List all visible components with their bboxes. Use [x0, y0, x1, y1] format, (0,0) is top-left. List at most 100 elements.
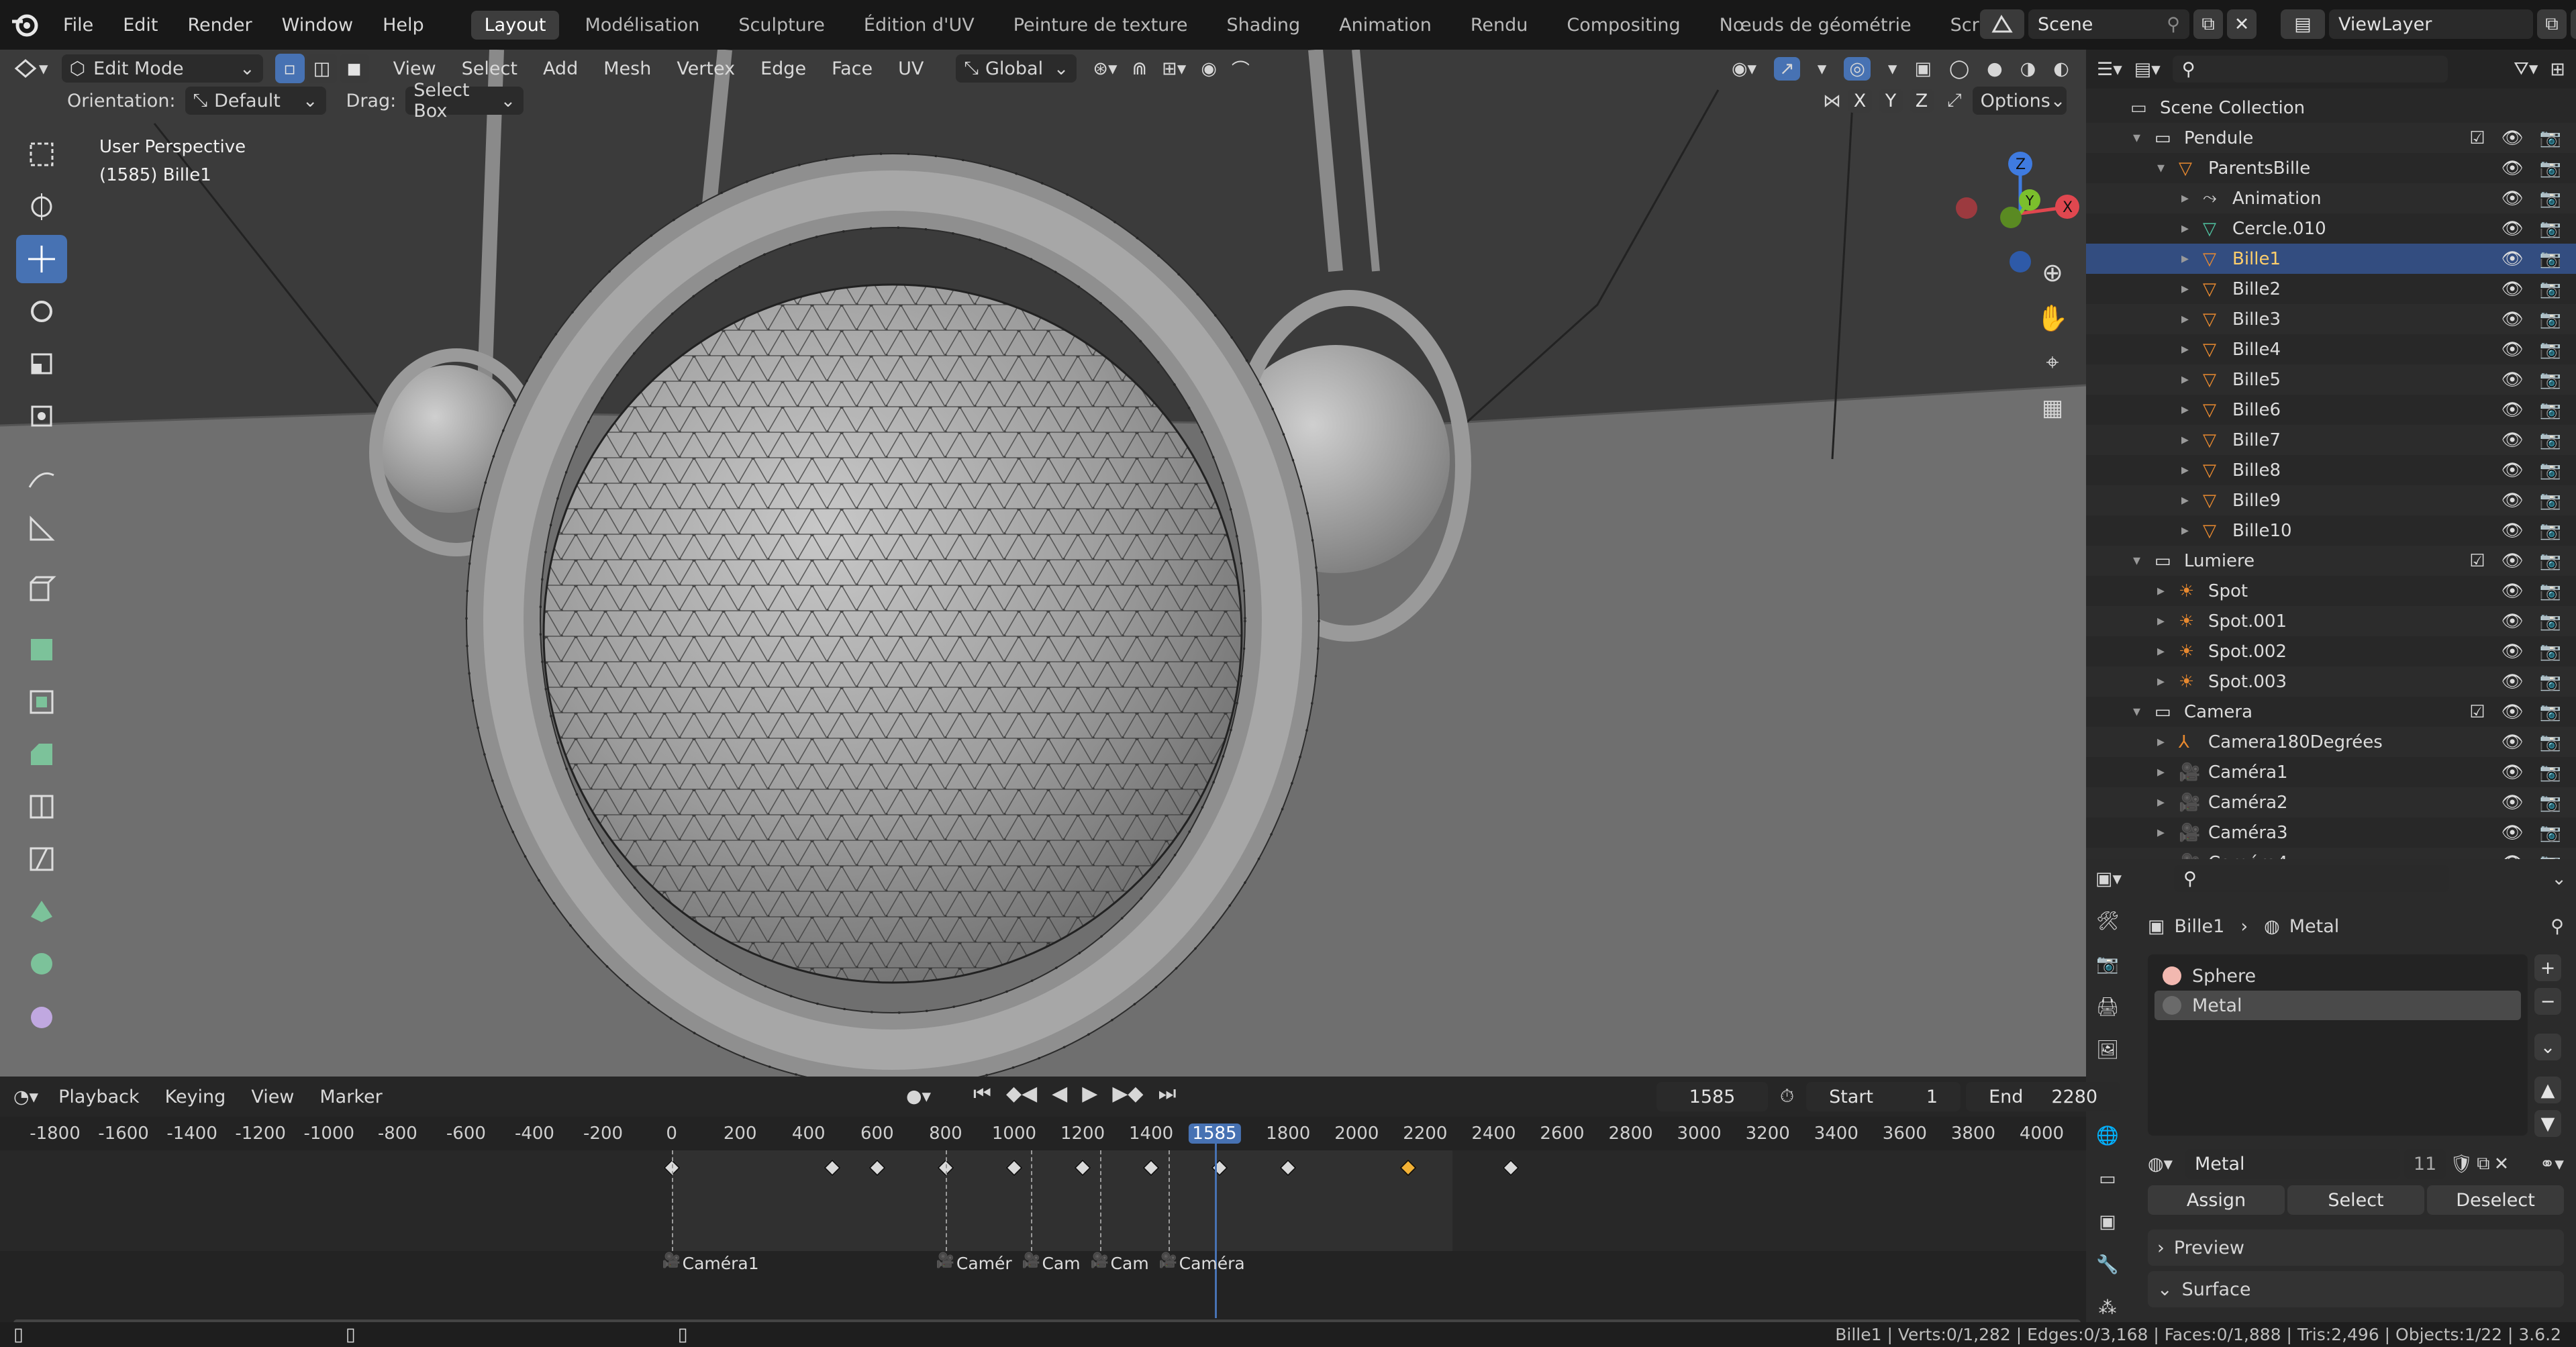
collapse-arrow-icon[interactable]: ▸: [2157, 673, 2175, 690]
render-camera-icon[interactable]: 📷: [2540, 642, 2561, 662]
zoom-icon[interactable]: ⊕: [2032, 258, 2073, 303]
perspective-grid-icon[interactable]: ▦: [2032, 395, 2073, 440]
workspace-tab[interactable]: Rendu: [1457, 11, 1542, 40]
delete-view-layer-icon[interactable]: ✕: [2571, 9, 2576, 39]
outliner-row[interactable]: ▸ ☀ Spot 👁 📷: [2086, 576, 2576, 606]
material-slot[interactable]: Sphere: [2154, 961, 2521, 991]
outliner-row[interactable]: ▸ 🎥 Caméra2 👁 📷: [2086, 787, 2576, 817]
collection-tab-icon[interactable]: ▭: [2086, 1157, 2129, 1200]
visibility-eye-icon[interactable]: 👁: [2501, 581, 2524, 601]
overlay-toggle-icon[interactable]: ◎: [1844, 56, 1871, 81]
mode-dropdown[interactable]: ⬡ Edit Mode ⌄: [61, 54, 263, 83]
menu-file[interactable]: File: [63, 15, 93, 36]
loop-cut-icon[interactable]: [16, 783, 67, 831]
outliner-row[interactable]: ▾ ▽ ParentsBille 👁 📷: [2086, 153, 2576, 183]
view-layer-icon[interactable]: ▤: [2281, 9, 2325, 39]
outliner-row[interactable]: ▾ ▭ Lumiere ☑ 👁 📷: [2086, 546, 2576, 576]
outliner-row[interactable]: ▸ ▽ Bille2 👁 📷: [2086, 274, 2576, 304]
visibility-eye-icon[interactable]: 👁: [2501, 279, 2524, 299]
render-camera-icon[interactable]: 📷: [2540, 400, 2561, 420]
visibility-eye-icon[interactable]: 👁: [2501, 642, 2524, 662]
exclude-checkbox[interactable]: ☑: [2469, 551, 2485, 571]
display-mode-icon[interactable]: ▤▾: [2134, 59, 2161, 80]
blender-logo-icon[interactable]: [9, 9, 40, 40]
filter-icon[interactable]: ⛛▾: [2514, 58, 2538, 80]
transform-orientation-dropdown[interactable]: ⤡ Global ⌄: [956, 54, 1077, 83]
outliner-row[interactable]: ▸ ⤳ Animation 👁 📷: [2086, 183, 2576, 213]
deselect-button[interactable]: Deselect: [2427, 1185, 2564, 1215]
workspace-tab[interactable]: Compositing: [1553, 11, 1693, 40]
collapse-arrow-icon[interactable]: ▸: [2181, 311, 2199, 328]
falloff-icon[interactable]: ⌒: [1232, 56, 1250, 82]
visibility-eye-icon[interactable]: 👁: [2501, 702, 2524, 722]
gizmo-toggle-icon[interactable]: ↗: [1774, 56, 1800, 81]
select-button[interactable]: Select: [2287, 1185, 2424, 1215]
visibility-eye-icon[interactable]: 👁: [2501, 762, 2524, 783]
add-slot-icon[interactable]: +: [2534, 954, 2561, 981]
viewport-menu-edge[interactable]: Edge: [760, 58, 806, 79]
spin-icon[interactable]: [16, 940, 67, 988]
visibility-eye-icon[interactable]: 👁: [2501, 249, 2524, 269]
visibility-eye-icon[interactable]: 👁: [2501, 491, 2524, 511]
workspace-tab[interactable]: Shading: [1213, 11, 1314, 40]
solid-shading-icon[interactable]: ●: [1987, 58, 2003, 79]
render-camera-icon[interactable]: 📷: [2540, 551, 2561, 571]
collapse-arrow-icon[interactable]: ▸: [2181, 462, 2199, 479]
material-slot-list[interactable]: Sphere Metal: [2148, 954, 2528, 1136]
add-cube-icon[interactable]: [16, 565, 67, 613]
visibility-eye-icon[interactable]: 👁: [2501, 672, 2524, 692]
move-up-icon[interactable]: ▲: [2534, 1077, 2561, 1103]
render-camera-icon[interactable]: 📷: [2540, 128, 2561, 148]
pan-hand-icon[interactable]: ✋: [2032, 303, 2073, 349]
scene-field[interactable]: Scene ⚲: [2028, 9, 2189, 39]
exclude-checkbox[interactable]: ☑: [2469, 128, 2485, 148]
menu-window[interactable]: Window: [282, 15, 353, 36]
render-camera-icon[interactable]: 📷: [2540, 189, 2561, 209]
collapse-arrow-icon[interactable]: ▸: [2181, 250, 2199, 267]
pin-icon[interactable]: ⚲: [2550, 916, 2564, 937]
outliner-row[interactable]: ▸ ☀ Spot.003 👁 📷: [2086, 666, 2576, 697]
render-camera-icon[interactable]: 📷: [2540, 309, 2561, 330]
outliner-row[interactable]: ▸ ☀ Spot.002 👁 📷: [2086, 636, 2576, 666]
outliner-row[interactable]: ▸ 🎥 Caméra3 👁 📷: [2086, 817, 2576, 848]
workspace-tab[interactable]: Modélisation: [571, 11, 713, 40]
visibility-eye-icon[interactable]: 👁: [2501, 551, 2524, 571]
orientation-dropdown[interactable]: ⤡ Default ⌄: [185, 87, 326, 115]
scene-selector-icon[interactable]: [1980, 9, 2024, 39]
overlay-dropdown-icon[interactable]: ▾: [1888, 58, 1897, 79]
marker-camera-icon[interactable]: 🎥: [1091, 1252, 1109, 1269]
collapse-arrow-icon[interactable]: ▸: [2181, 492, 2199, 509]
render-camera-icon[interactable]: 📷: [2540, 460, 2561, 481]
camera-view-icon[interactable]: ⌖: [2032, 349, 2073, 395]
collapse-arrow-icon[interactable]: ▸: [2181, 190, 2199, 207]
properties-editor-icon[interactable]: ▣▾: [2095, 868, 2122, 889]
bevel-icon[interactable]: [16, 730, 67, 779]
outliner-editor-icon[interactable]: ☰▾: [2097, 59, 2122, 80]
outliner-row[interactable]: ▸ ☀ Spot.001 👁 📷: [2086, 606, 2576, 636]
move-down-icon[interactable]: ▼: [2534, 1110, 2561, 1137]
knife-icon[interactable]: [16, 835, 67, 883]
outliner-row[interactable]: ▾ ▭ Pendule ☑ 👁 📷: [2086, 123, 2576, 153]
slot-menu-icon[interactable]: ⌄: [2534, 1034, 2561, 1060]
collapse-arrow-icon[interactable]: ▸: [2181, 522, 2199, 539]
visibility-eye-icon[interactable]: 👁: [2501, 430, 2524, 450]
properties-search-input[interactable]: ⚲: [2174, 865, 2450, 892]
viewport-menu-vertex[interactable]: Vertex: [677, 58, 735, 79]
unlink-material-icon[interactable]: ✕: [2494, 1154, 2510, 1175]
render-camera-icon[interactable]: 📷: [2540, 370, 2561, 390]
material-name-field[interactable]: Metal: [2185, 1149, 2400, 1179]
cursor-icon[interactable]: [16, 183, 67, 231]
collapse-arrow-icon[interactable]: ▸: [2181, 281, 2199, 297]
collapse-arrow-icon[interactable]: ▸: [2157, 794, 2175, 811]
outliner-row[interactable]: ▸ ▽ Bille3 👁 📷: [2086, 304, 2576, 334]
viewport-menu-face[interactable]: Face: [832, 58, 873, 79]
3d-viewport[interactable]: ▾ ⬡ Edit Mode ⌄ ▫ ◫ ◼ View Select Add Mesh V…: [0, 50, 2086, 1077]
visibility-eye-icon[interactable]: 👁: [2501, 370, 2524, 390]
view-layer-tab-icon[interactable]: 🖼: [2086, 1028, 2129, 1071]
node-icon[interactable]: ⚭▾: [2540, 1154, 2564, 1175]
render-camera-icon[interactable]: 📷: [2540, 521, 2561, 541]
editor-type-icon[interactable]: ▾: [12, 56, 48, 81]
render-camera-icon[interactable]: 📷: [2540, 762, 2561, 783]
render-camera-icon[interactable]: 📷: [2540, 279, 2561, 299]
collapse-arrow-icon[interactable]: ▾: [2157, 160, 2175, 177]
